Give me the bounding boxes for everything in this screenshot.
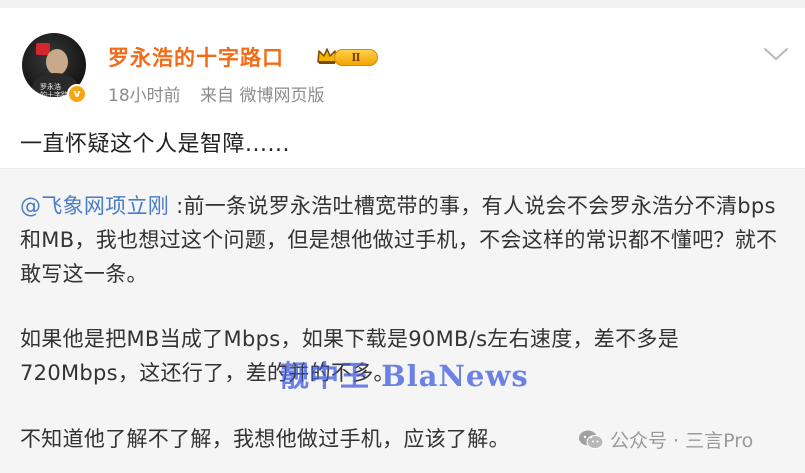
post-time: 18小时前 — [108, 86, 181, 106]
avatar-face — [46, 49, 68, 75]
level-number: Ⅱ — [334, 49, 378, 66]
post-text: 一直怀疑这个人是智障...... — [20, 132, 290, 157]
level-badge[interactable]: Ⅱ — [316, 46, 380, 68]
post-source: 来自 微博网页版 — [200, 86, 325, 106]
top-strip — [0, 0, 805, 8]
watermark-footer: 公众号 · 三言Pro — [578, 426, 753, 453]
repost-paragraph-1: @飞象网项立刚 :前一条说罗永浩吐槽宽带的事，有人说会不会罗永浩分不清bps和M… — [20, 189, 785, 291]
watermark-footer-text: 公众号 · 三言Pro — [610, 430, 754, 452]
post-meta: 18小时前 来自 微博网页版 — [108, 81, 324, 106]
verified-badge-icon: v — [67, 84, 87, 104]
wechat-icon — [579, 430, 604, 449]
author-name[interactable]: 罗永浩的十字路口 — [108, 42, 284, 72]
chevron-down-icon[interactable] — [762, 44, 790, 64]
post-header: 罗永浩 的十字路口 v 罗永浩的十字路口 Ⅱ 18小时前 来自 微博网页版 一直怀… — [0, 8, 805, 168]
mention-link[interactable]: @飞象网项立刚 — [20, 194, 169, 218]
watermark-overlay: 靓中王 BlaNews — [280, 359, 529, 393]
